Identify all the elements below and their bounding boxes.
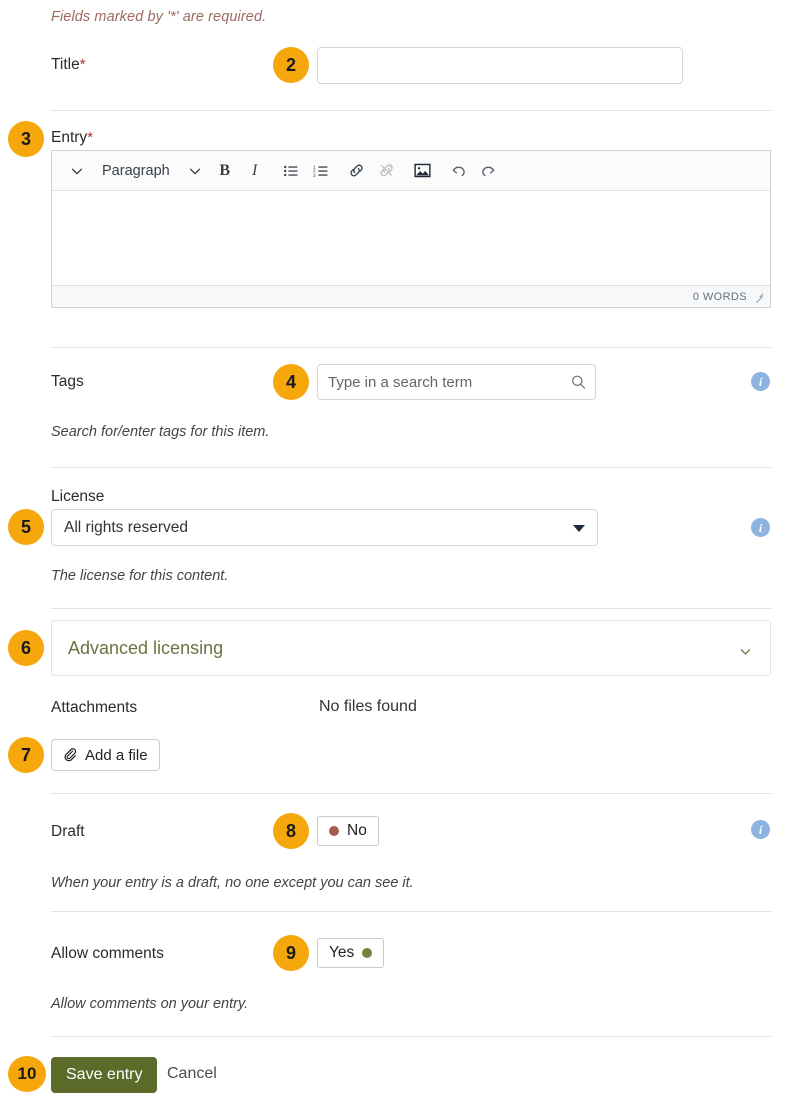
- cancel-link[interactable]: Cancel: [167, 1065, 217, 1083]
- step-badge-4: 4: [273, 364, 309, 400]
- add-a-file-button[interactable]: Add a file: [51, 739, 160, 771]
- italic-icon[interactable]: I: [240, 156, 270, 186]
- divider-after-title: [51, 110, 771, 111]
- divider-after-entry: [51, 347, 771, 348]
- draft-switch[interactable]: No: [317, 816, 379, 846]
- entry-label: Entry*: [51, 129, 93, 147]
- step-badge-3: 3: [8, 121, 44, 157]
- tags-help-text: Search for/enter tags for this item.: [51, 424, 270, 440]
- draft-info-icon[interactable]: i: [751, 820, 770, 839]
- redo-icon[interactable]: [474, 156, 504, 186]
- step-badge-7: 7: [8, 737, 44, 773]
- editor-content-area[interactable]: [52, 191, 770, 285]
- svg-text:3: 3: [313, 172, 316, 177]
- block-format-select[interactable]: Paragraph: [92, 156, 204, 186]
- attachments-empty-text: No files found: [319, 698, 417, 715]
- divider-after-draft: [51, 911, 771, 912]
- undo-icon[interactable]: [444, 156, 474, 186]
- block-format-chevron-icon[interactable]: [62, 156, 92, 186]
- advanced-licensing-toggle[interactable]: Advanced licensing: [51, 620, 771, 676]
- blog-entry-form-page: Fields marked by '*' are required. Title…: [0, 0, 786, 1098]
- license-selected-value: All rights reserved: [64, 518, 189, 536]
- divider-after-tags: [51, 467, 771, 468]
- divider-after-license: [51, 608, 771, 609]
- entry-required-star: *: [87, 129, 94, 146]
- step-badge-2: 2: [273, 47, 309, 83]
- allow-comments-switch-indicator-icon: [362, 948, 373, 958]
- draft-switch-indicator-icon: [329, 826, 339, 836]
- editor-toolbar[interactable]: Paragraph B I 1 2 3: [52, 151, 770, 191]
- allow-comments-label: Allow comments: [51, 945, 164, 962]
- advanced-licensing-label: Advanced licensing: [68, 637, 224, 658]
- step-badge-5: 5: [8, 509, 44, 545]
- step-badge-9: 9: [273, 935, 309, 971]
- allow-comments-switch[interactable]: Yes: [317, 938, 385, 968]
- divider-before-actions: [51, 1036, 771, 1037]
- unlink-icon[interactable]: [372, 156, 402, 186]
- title-input[interactable]: [317, 47, 683, 84]
- step-badge-10: 10: [8, 1056, 46, 1092]
- numbered-list-icon[interactable]: 1 2 3: [306, 156, 336, 186]
- tags-label: Tags: [51, 373, 84, 390]
- license-info-icon[interactable]: i: [751, 518, 770, 537]
- divider-after-attachments: [51, 793, 771, 794]
- draft-switch-value: No: [347, 822, 367, 839]
- add-a-file-label: Add a file: [85, 746, 148, 764]
- title-label: Title*: [51, 56, 86, 74]
- allow-comments-help-text: Allow comments on your entry.: [51, 996, 249, 1012]
- image-icon[interactable]: [408, 156, 438, 186]
- resize-handle-icon[interactable]: [754, 292, 764, 302]
- license-help-text: The license for this content.: [51, 568, 229, 584]
- tags-search-input[interactable]: [317, 364, 596, 400]
- step-badge-8: 8: [273, 813, 309, 849]
- block-format-label: Paragraph: [102, 162, 170, 179]
- tags-search-wrapper[interactable]: [317, 364, 596, 400]
- bullet-list-icon[interactable]: [276, 156, 306, 186]
- title-required-star: *: [79, 56, 86, 73]
- license-label: License: [51, 488, 105, 505]
- tags-info-icon[interactable]: i: [751, 372, 770, 391]
- link-icon[interactable]: [342, 156, 372, 186]
- paperclip-icon: [63, 747, 78, 763]
- entry-label-text: Entry: [51, 129, 88, 146]
- editor-status-bar: 0 WORDS: [52, 285, 770, 307]
- title-label-text: Title: [51, 56, 80, 73]
- chevron-down-icon: [573, 524, 585, 532]
- rich-text-editor[interactable]: Paragraph B I 1 2 3 0 WORDS: [51, 150, 771, 308]
- chevron-down-icon: [739, 642, 752, 655]
- save-entry-button[interactable]: Save entry: [51, 1057, 158, 1093]
- allow-comments-switch-value: Yes: [329, 944, 355, 961]
- word-count: 0 WORDS: [692, 290, 747, 303]
- license-select[interactable]: All rights reserved: [51, 509, 598, 546]
- step-badge-6: 6: [8, 630, 44, 666]
- draft-help-text: When your entry is a draft, no one excep…: [51, 875, 414, 891]
- attachments-label: Attachments: [51, 699, 138, 716]
- draft-label: Draft: [51, 823, 85, 840]
- block-format-dropdown-icon: [189, 168, 200, 174]
- required-fields-note: Fields marked by '*' are required.: [51, 9, 267, 25]
- bold-icon[interactable]: B: [210, 156, 240, 186]
